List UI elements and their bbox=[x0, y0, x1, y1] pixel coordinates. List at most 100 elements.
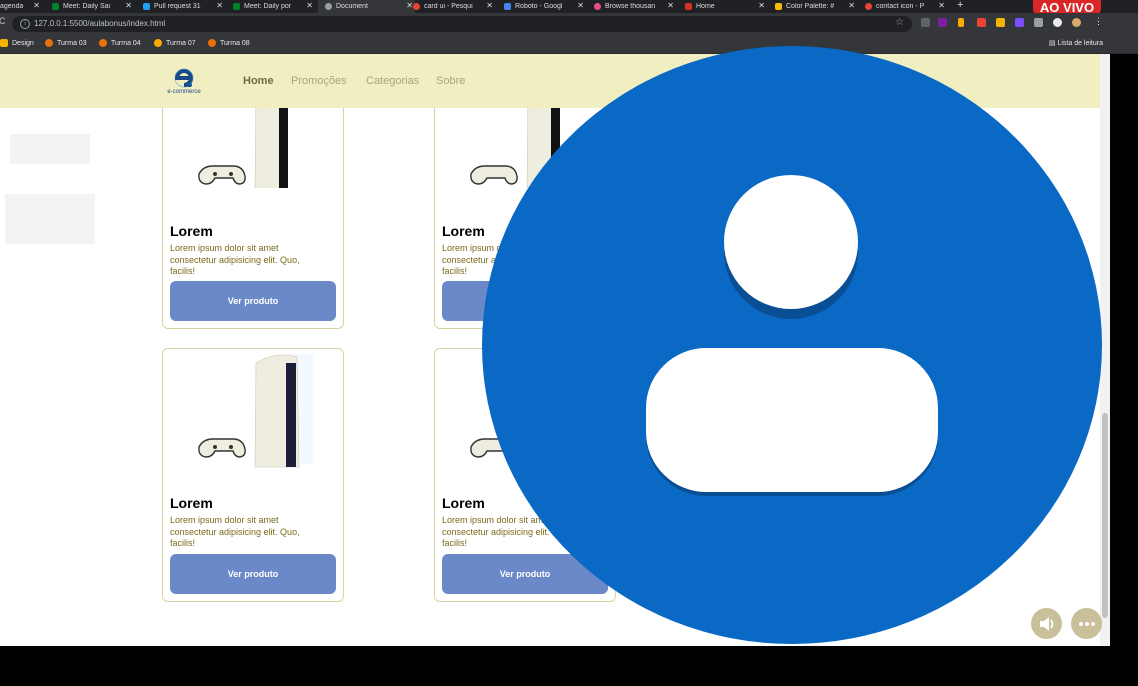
product-card: Lorem Lorem ipsum dolor sit amet consect… bbox=[162, 75, 344, 329]
bookmark-star-icon[interactable]: ☆ bbox=[895, 17, 904, 28]
faded-background-graphic bbox=[5, 134, 95, 244]
bookmark-item[interactable]: Turma 07 bbox=[154, 39, 196, 47]
nav-link-sobre[interactable]: Sobre bbox=[436, 75, 465, 87]
bookmark-label: Turma 07 bbox=[166, 39, 196, 47]
bookmark-favicon-icon bbox=[99, 39, 107, 47]
close-tab-icon[interactable]: ✕ bbox=[216, 1, 223, 10]
browser-tab-active[interactable]: Document ✕ bbox=[318, 0, 415, 13]
logo-e-icon bbox=[174, 68, 194, 88]
close-tab-icon[interactable]: ✕ bbox=[33, 1, 40, 10]
close-tab-icon[interactable]: ✕ bbox=[125, 1, 132, 10]
site-logo[interactable]: e-commerce bbox=[162, 68, 206, 98]
tab-title: card ui - Pesqui bbox=[424, 3, 473, 10]
product-title: Lorem bbox=[442, 223, 485, 239]
product-description: Lorem ipsum dolor sit amet consectetur a… bbox=[170, 515, 300, 548]
browser-tab[interactable]: Color Palette: # ✕ bbox=[775, 0, 857, 13]
product-card: Lorem Lorem ipsum dolor sit amet consect… bbox=[162, 348, 344, 602]
browser-tab[interactable]: Roboto - Googl ✕ bbox=[504, 0, 586, 13]
bookmark-favicon-icon bbox=[208, 39, 216, 47]
bookmark-item[interactable]: Turma 03 bbox=[45, 39, 87, 47]
close-tab-icon[interactable]: ✕ bbox=[406, 1, 413, 10]
browser-tab[interactable]: Meet: Daily por ✕ bbox=[233, 0, 315, 13]
extension-icon[interactable] bbox=[996, 18, 1005, 27]
bookmark-favicon-icon bbox=[154, 39, 162, 47]
tab-title: Color Palette: # bbox=[786, 3, 835, 10]
nav-link-promocoes[interactable]: Promoções bbox=[291, 75, 347, 87]
tab-title: Home bbox=[696, 3, 715, 10]
bookmark-label: Turma 04 bbox=[111, 39, 141, 47]
google-icon bbox=[413, 3, 420, 10]
browser-tab[interactable]: agenda ✕ bbox=[0, 0, 42, 13]
close-tab-icon[interactable]: ✕ bbox=[306, 1, 313, 10]
info-icon[interactable]: i bbox=[20, 19, 30, 29]
bookmark-item[interactable]: Turma 08 bbox=[208, 39, 250, 47]
extension-icon[interactable] bbox=[1034, 18, 1043, 27]
github-icon bbox=[143, 3, 150, 10]
url-text: 127.0.0.1:5500/aulabonus/index.html bbox=[34, 19, 166, 28]
tab-title: Browse thousan bbox=[605, 3, 656, 10]
screen-edge bbox=[1110, 54, 1138, 646]
close-tab-icon[interactable]: ✕ bbox=[758, 1, 765, 10]
more-options-button[interactable] bbox=[1071, 608, 1102, 639]
volume-icon bbox=[1039, 616, 1053, 631]
scrollbar-thumb[interactable] bbox=[1102, 413, 1108, 618]
product-title: Lorem bbox=[170, 223, 213, 239]
meet-icon bbox=[52, 3, 59, 10]
close-tab-icon[interactable]: ✕ bbox=[486, 1, 493, 10]
puzzle-icon[interactable] bbox=[1053, 18, 1062, 27]
bookmark-label: Turma 08 bbox=[220, 39, 250, 47]
extension-icon[interactable] bbox=[958, 18, 964, 27]
address-bar-row: i 127.0.0.1:5500/aulabonus/index.html ☆ bbox=[0, 13, 1138, 35]
person-avatar-icon bbox=[646, 175, 938, 496]
close-tab-icon[interactable]: ✕ bbox=[577, 1, 584, 10]
nav-link-categorias[interactable]: Categorias bbox=[366, 75, 419, 87]
more-options-icon bbox=[1078, 621, 1095, 626]
google-fonts-icon bbox=[504, 3, 511, 10]
reload-icon[interactable]: C bbox=[0, 16, 6, 26]
extension-icon[interactable] bbox=[938, 18, 947, 27]
home-icon bbox=[685, 3, 692, 10]
folder-icon bbox=[0, 39, 8, 47]
browser-tab[interactable]: Pull request 31 ✕ bbox=[143, 0, 225, 13]
tab-title: Pull request 31 bbox=[154, 3, 201, 10]
view-product-button[interactable]: Ver produto bbox=[170, 554, 336, 594]
dribbble-icon bbox=[594, 3, 601, 10]
bookmark-item[interactable]: Turma 04 bbox=[99, 39, 141, 47]
browser-tab[interactable]: Browse thousan ✕ bbox=[594, 0, 676, 13]
screen-bottom-edge bbox=[0, 646, 1138, 686]
logo-text: e-commerce bbox=[167, 89, 201, 95]
browser-tab[interactable]: Meet: Daily Sai ✕ bbox=[52, 0, 134, 13]
extension-icon[interactable] bbox=[921, 18, 930, 27]
product-title: Lorem bbox=[442, 495, 485, 511]
tab-title: Roboto - Googl bbox=[515, 3, 563, 10]
console-product-image bbox=[198, 354, 313, 468]
avatar[interactable] bbox=[1072, 18, 1081, 27]
bookmark-label: Design bbox=[12, 39, 34, 47]
browser-tab[interactable]: contact icon - P ✕ bbox=[865, 0, 947, 13]
product-description: Lorem ipsum dolor sit amet consectetur a… bbox=[170, 243, 300, 276]
browser-tab[interactable]: card ui - Pesqui ✕ bbox=[413, 0, 495, 13]
close-tab-icon[interactable]: ✕ bbox=[667, 1, 674, 10]
tab-title: agenda bbox=[0, 3, 24, 10]
new-tab-button[interactable]: + bbox=[957, 0, 963, 11]
volume-button[interactable] bbox=[1031, 608, 1062, 639]
extension-icon[interactable] bbox=[977, 18, 986, 27]
extension-icon[interactable] bbox=[1015, 18, 1024, 27]
bookmark-label: Turma 03 bbox=[57, 39, 87, 47]
view-product-button[interactable]: Ver produto bbox=[170, 281, 336, 321]
url-field[interactable]: i 127.0.0.1:5500/aulabonus/index.html ☆ bbox=[12, 16, 912, 32]
meet-icon bbox=[233, 3, 240, 10]
participant-avatar-circle bbox=[482, 46, 1102, 644]
tab-title: Document bbox=[336, 3, 368, 10]
product-title: Lorem bbox=[170, 495, 213, 511]
google-icon bbox=[865, 3, 872, 10]
tab-title: contact icon - P bbox=[876, 3, 925, 10]
close-tab-icon[interactable]: ✕ bbox=[848, 1, 855, 10]
bookmark-favicon-icon bbox=[45, 39, 53, 47]
nav-link-home[interactable]: Home bbox=[243, 75, 274, 87]
bookmark-item[interactable]: Design bbox=[0, 39, 34, 47]
tab-title: Meet: Daily Sai bbox=[63, 3, 111, 10]
menu-kebab-icon[interactable]: ⋮ bbox=[1094, 16, 1103, 26]
close-tab-icon[interactable]: ✕ bbox=[938, 1, 945, 10]
browser-tab[interactable]: Home ✕ bbox=[685, 0, 767, 13]
